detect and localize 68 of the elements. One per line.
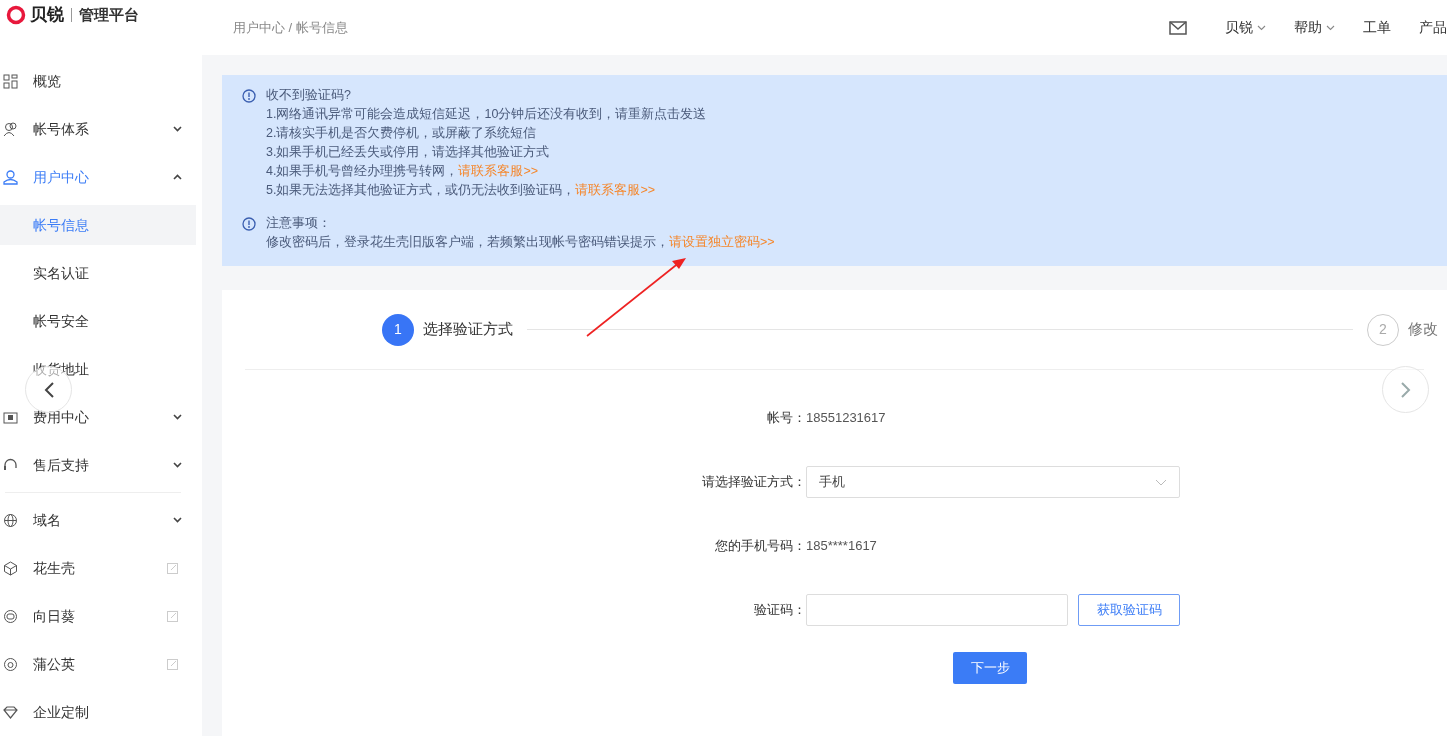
chevron-down-icon: [1326, 24, 1335, 31]
step-number: 2: [1367, 313, 1399, 346]
step-label: 修改: [1408, 319, 1438, 340]
chevron-down-icon: [173, 517, 182, 523]
cube-icon: [3, 560, 18, 576]
sidebar-subitem[interactable]: 帐号安全: [0, 301, 196, 341]
sidebar-item[interactable]: 费用中心: [0, 393, 202, 441]
verification-method-select[interactable]: 手机: [806, 466, 1180, 498]
headset-icon: [3, 457, 18, 473]
sidebar-item[interactable]: 概览: [0, 57, 202, 105]
info-icon: [242, 86, 256, 103]
menu-link[interactable]: 产品: [1419, 17, 1447, 38]
diamond-icon: [3, 704, 18, 720]
chevron-down-icon: [1155, 478, 1167, 486]
field-label: 您的手机号码：: [714, 537, 806, 556]
notice-title: 收不到验证码?: [266, 87, 352, 104]
field-label: 请选择验证方式：: [701, 473, 806, 492]
field-value: 18551231617: [806, 409, 886, 428]
chevron-down-icon: [173, 126, 182, 132]
notice-title: 注意事项：: [266, 215, 332, 232]
code-input[interactable]: [806, 594, 1068, 626]
sidebar-item[interactable]: 售后支持: [0, 441, 202, 489]
sidebar-item[interactable]: 企业定制: [0, 688, 202, 736]
notice-text: 3.如果手机已经丢失或停用，请选择其他验证方式: [266, 144, 550, 161]
sidebar-item[interactable]: 蒲公英: [0, 640, 202, 688]
circle-icon: [3, 608, 18, 624]
grid-icon: [3, 73, 18, 89]
logo-icon: [6, 5, 26, 25]
sidebar-subitem[interactable]: 实名认证: [0, 253, 196, 293]
field-label: 验证码：: [753, 601, 806, 620]
user-icon: [3, 169, 18, 185]
globe-icon: [3, 512, 18, 528]
mail-icon[interactable]: [1169, 20, 1187, 35]
menu-link[interactable]: 工单: [1363, 17, 1391, 38]
chevron-down-icon: [173, 462, 182, 468]
notice-text: 5.如果无法选择其他验证方式，或仍无法收到验证码，: [266, 182, 576, 199]
external-link-icon: [167, 610, 178, 622]
product-name: 管理平台: [79, 4, 139, 25]
step-number: 1: [382, 313, 414, 346]
brand-name: 贝锐: [30, 4, 64, 27]
sidebar-item[interactable]: 向日葵: [0, 592, 202, 640]
notice-text: 4.如果手机号曾经办理携号转网，: [266, 163, 459, 180]
sidebar-item[interactable]: 花生壳: [0, 544, 202, 592]
info-icon: [242, 214, 256, 231]
sidebar-subitem[interactable]: 收货地址: [0, 349, 196, 389]
external-link-icon: [167, 562, 178, 574]
notice-text: 修改密码后，登录花生壳旧版客户端，若频繁出现帐号密码错误提示，: [266, 234, 669, 251]
next-button[interactable]: 下一步: [953, 652, 1027, 684]
chevron-right-icon: [1399, 380, 1412, 399]
menu-dropdown[interactable]: 贝锐: [1225, 17, 1266, 38]
notice-text: 1.网络通讯异常可能会造成短信延迟，10分钟后还没有收到，请重新点击发送: [266, 106, 707, 123]
chevron-down-icon: [173, 414, 182, 420]
field-label: 帐号：: [766, 409, 806, 428]
sidebar-item[interactable]: 帐号体系: [0, 105, 202, 153]
sidebar-item[interactable]: 用户中心: [0, 153, 202, 201]
get-code-button[interactable]: 获取验证码: [1078, 594, 1180, 626]
notice-text: 2.请核实手机是否欠费停机，或屏蔽了系统短信: [266, 125, 537, 142]
chevron-up-icon: [173, 174, 182, 180]
users-icon: [3, 121, 18, 137]
breadcrumb: 用户中心 / 帐号信息: [233, 18, 348, 37]
menu-dropdown[interactable]: 帮助: [1294, 17, 1335, 38]
sidebar-item[interactable]: 域名: [0, 496, 202, 544]
external-link-icon: [167, 658, 178, 670]
chevron-left-icon: [42, 380, 55, 399]
field-value: 185****1617: [806, 537, 877, 556]
step-label: 选择验证方式: [423, 319, 513, 340]
sidebar-subitem[interactable]: 帐号信息: [0, 205, 196, 245]
chevron-down-icon: [1257, 24, 1266, 31]
